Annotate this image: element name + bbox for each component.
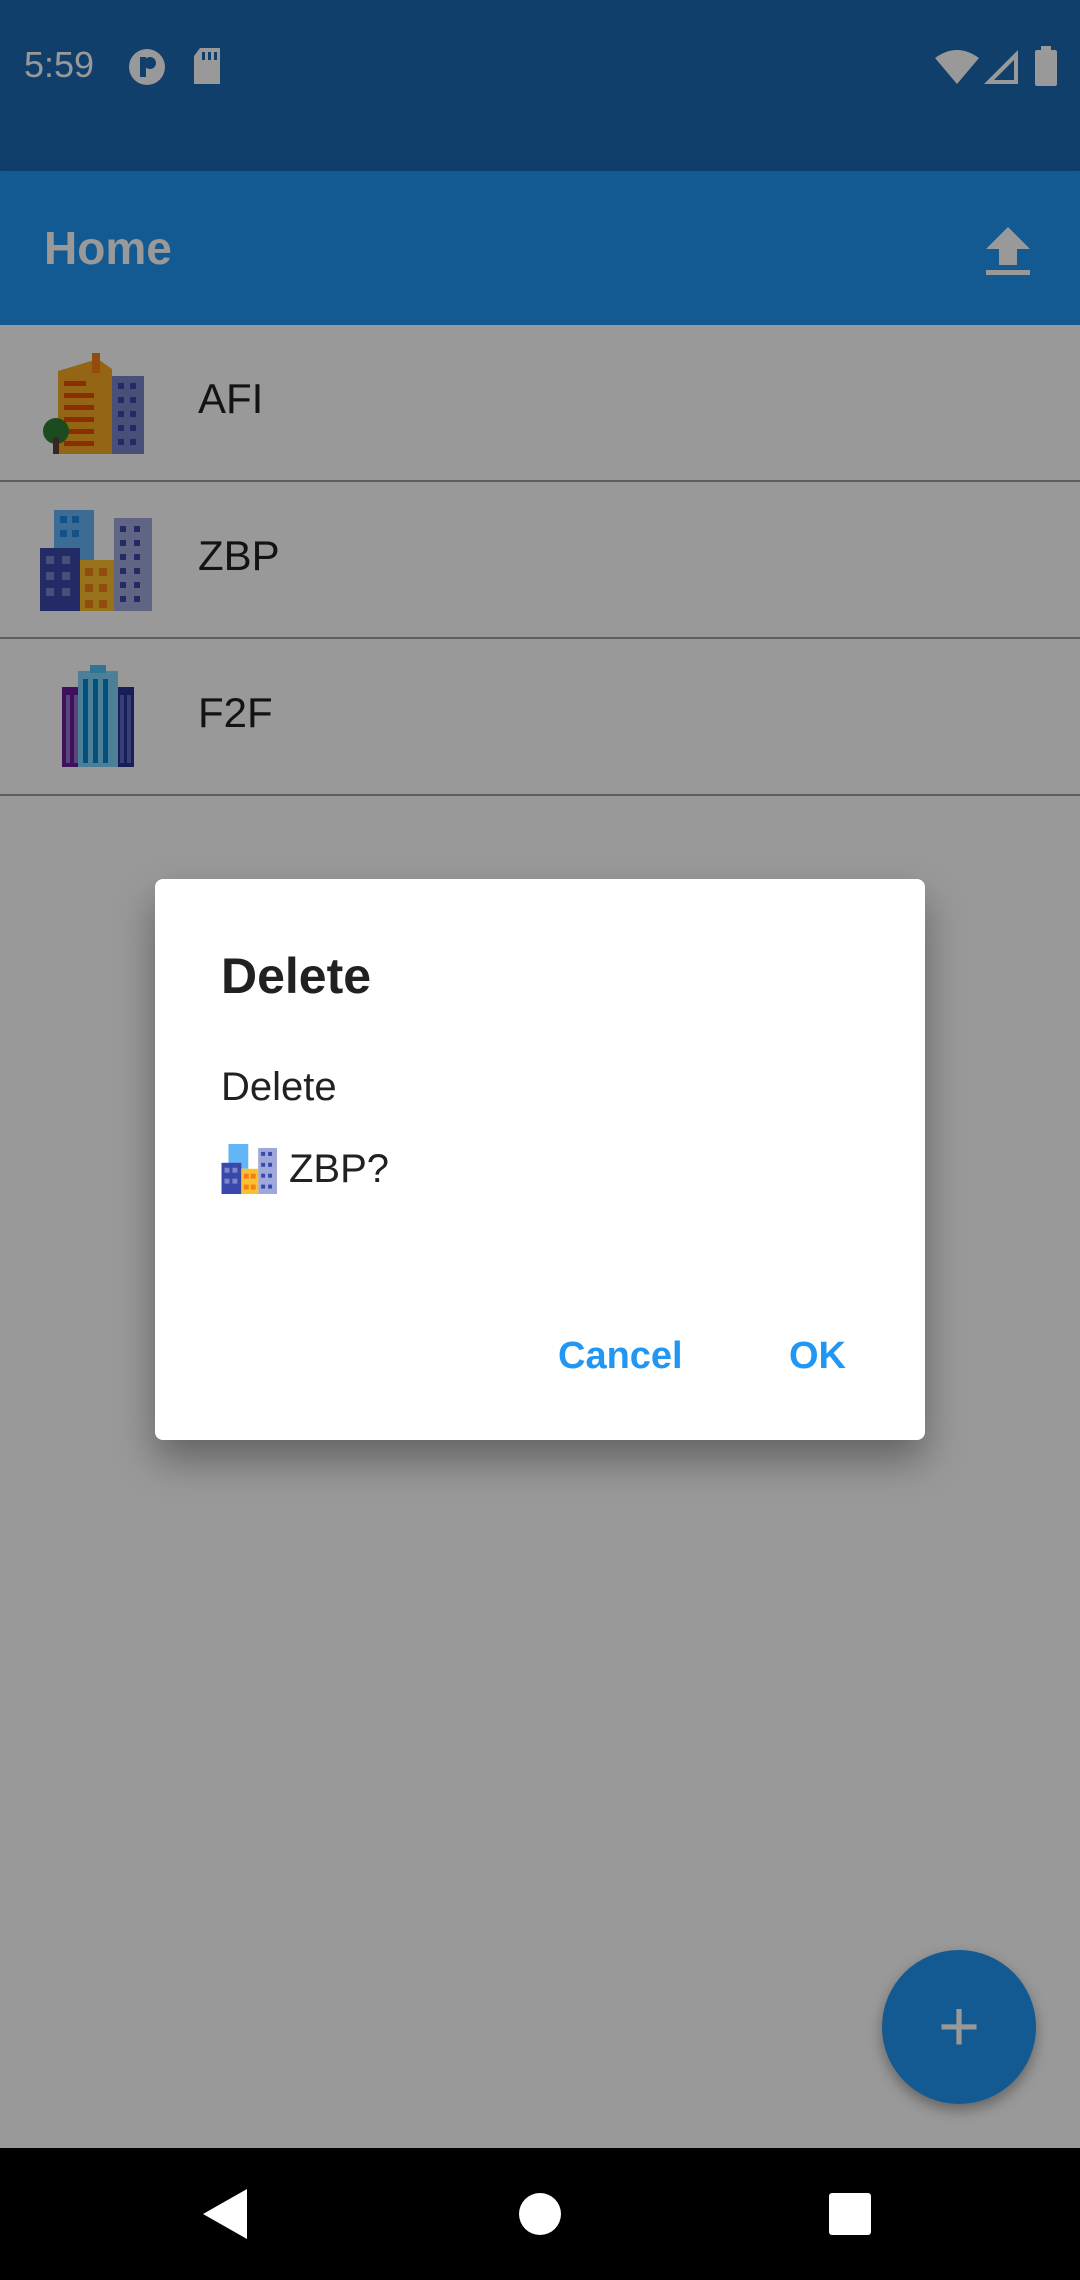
cancel-button[interactable]: Cancel	[546, 1325, 695, 1388]
home-icon	[519, 2193, 561, 2235]
ok-button[interactable]: OK	[777, 1325, 858, 1388]
back-icon	[203, 2189, 247, 2239]
recents-icon	[829, 2193, 871, 2235]
dialog-item: ZBP?	[221, 1143, 389, 1195]
back-button[interactable]	[195, 2184, 255, 2244]
dialog-message: Delete	[221, 1065, 337, 1109]
home-button[interactable]	[510, 2184, 570, 2244]
dialog-item-label: ZBP?	[289, 1146, 390, 1191]
dialog-title: Delete	[221, 948, 372, 1004]
recents-button[interactable]	[820, 2184, 880, 2244]
navigation-bar	[0, 2148, 1080, 2280]
city-buildings-icon	[221, 1143, 279, 1195]
delete-dialog: Delete Delete ZBP? Cancel OK	[155, 879, 925, 1440]
